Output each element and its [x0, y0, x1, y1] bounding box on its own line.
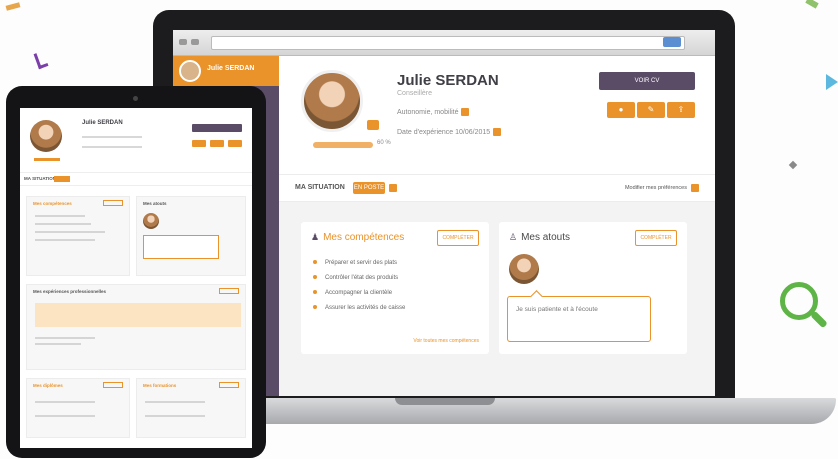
situation-label: MA SITUATION: [24, 176, 56, 181]
profile-progress: [34, 158, 60, 161]
star-icon: ♙: [509, 232, 518, 242]
tablet-camera: [133, 96, 138, 101]
tablet-formations-panel: Mes formations: [136, 378, 246, 438]
confetti-green: [805, 0, 819, 9]
edit-icon[interactable]: ✎: [637, 102, 665, 118]
atout-quote: Je suis patiente et à l'écoute: [507, 296, 651, 342]
tablet-experiences-panel: Mes expériences professionnelles: [26, 284, 246, 370]
edit-icon[interactable]: [493, 128, 502, 136]
competences-title: ♟ Mes compétences: [311, 232, 405, 243]
confetti-blue: [826, 74, 838, 90]
view-cv-button[interactable]: VOIR CV: [599, 72, 695, 90]
avatar[interactable]: [301, 70, 363, 132]
tablet-atouts-panel: Mes atouts: [136, 196, 246, 276]
profile-name: Julie SERDAN: [397, 72, 499, 89]
share-icon[interactable]: ⇪: [667, 102, 695, 118]
list-item: Accompagner la clientèle: [313, 290, 405, 305]
view-cv-button[interactable]: [192, 124, 242, 132]
sidebar-profile[interactable]: Julie SERDAN: [173, 56, 279, 86]
profile-info-1: Autonomie, mobilité: [397, 108, 470, 116]
status-badge[interactable]: EN POSTE: [353, 182, 385, 194]
profile-progress: 60 %: [313, 140, 391, 148]
user-icon: ♟: [311, 232, 320, 242]
tablet-competences-panel: Mes compétences: [26, 196, 130, 276]
preferences-link[interactable]: Modifier mes préférences: [625, 185, 687, 191]
forward-icon[interactable]: [191, 39, 199, 45]
laptop-base: [210, 398, 836, 424]
tablet-screen: Julie SERDAN MA SITUATION Mes compétence…: [20, 108, 252, 448]
share-icon[interactable]: [228, 140, 242, 147]
avatar: [143, 213, 159, 229]
status-badge[interactable]: [54, 176, 70, 182]
progress-text: 60 %: [377, 140, 391, 146]
atouts-title: ♙ Mes atouts: [509, 232, 570, 243]
profile-info-2: Date d'expérience 10/06/2015: [397, 128, 502, 136]
atouts-card: ♙ Mes atouts COMPLÉTER Je suis patiente e…: [499, 222, 687, 354]
profile-role: Conseillère: [397, 90, 433, 97]
list-item: Contrôler l'état des produits: [313, 275, 405, 290]
magnifier-icon: [780, 282, 830, 332]
go-button[interactable]: [663, 37, 681, 47]
experience-row[interactable]: [35, 303, 241, 327]
edit-icon[interactable]: [691, 184, 699, 192]
confetti-orange: [5, 2, 21, 11]
confetti-grey: [788, 160, 798, 170]
add-button[interactable]: [219, 382, 239, 388]
back-icon[interactable]: [179, 39, 187, 45]
all-competences-link[interactable]: Voir toutes mes compétences: [413, 338, 479, 344]
browser-toolbar: [173, 30, 715, 56]
complete-competences-button[interactable]: COMPLÉTER: [437, 230, 479, 246]
edit-icon[interactable]: [461, 108, 470, 116]
avatar: [509, 254, 539, 284]
laptop-notch: [395, 398, 495, 405]
complete-atouts-button[interactable]: COMPLÉTER: [635, 230, 677, 246]
avatar: [179, 60, 201, 82]
list-item: Assurer les activités de caisse: [313, 305, 405, 320]
avatar: [30, 120, 62, 152]
eye-icon[interactable]: ●: [607, 102, 635, 118]
situation-bar: MA SITUATION: [20, 172, 252, 186]
eye-icon[interactable]: [192, 140, 206, 147]
address-bar[interactable]: [211, 36, 685, 50]
sidebar-name: Julie SERDAN: [207, 65, 255, 72]
complete-button[interactable]: [103, 200, 123, 206]
add-button[interactable]: [219, 288, 239, 294]
camera-icon[interactable]: [367, 120, 379, 130]
edit-icon[interactable]: [210, 140, 224, 147]
competences-list: Préparer et servir des plats Contrôler l…: [313, 260, 405, 320]
tablet-diplomes-panel: Mes diplômes: [26, 378, 130, 438]
situation-label: MA SITUATION: [295, 184, 345, 191]
profile-header: 60 % Julie SERDAN Conseillère Autonomie,…: [279, 56, 715, 174]
text-line: [82, 136, 142, 138]
tablet-profile-name: Julie SERDAN: [82, 120, 123, 126]
atout-quote: [143, 235, 219, 259]
competences-card: ♟ Mes compétences COMPLÉTER Préparer et s…: [301, 222, 489, 354]
list-item: Préparer et servir des plats: [313, 260, 405, 275]
situation-bar: MA SITUATION EN POSTE Modifier mes préfé…: [279, 174, 715, 202]
confetti-purple: [33, 50, 49, 70]
edit-icon[interactable]: [389, 184, 397, 192]
add-button[interactable]: [103, 382, 123, 388]
text-line: [82, 146, 142, 148]
